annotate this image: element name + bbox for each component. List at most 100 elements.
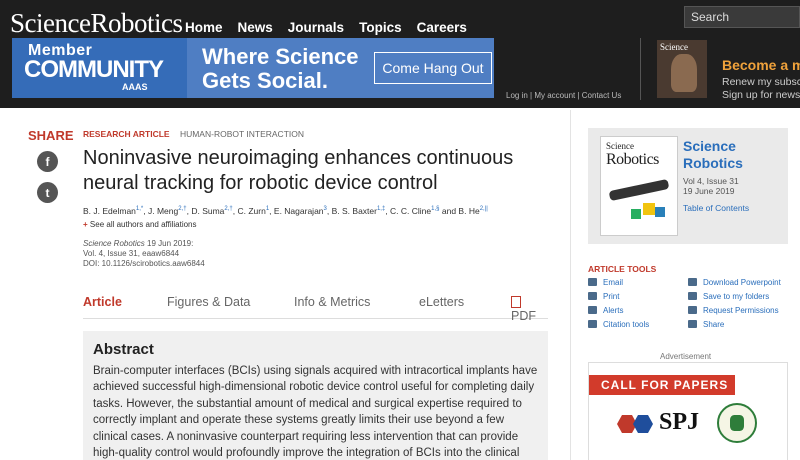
author-affiliation: 2,† (224, 206, 233, 213)
alert-icon (588, 306, 597, 314)
search-input[interactable]: Search (684, 6, 800, 28)
banner-headline-line-2: Gets Social. (202, 68, 328, 93)
email-tool[interactable]: Email (588, 278, 623, 287)
call-for-papers-text: CALL FOR PAPERS (589, 375, 735, 395)
abstract-heading: Abstract (93, 341, 154, 358)
author-list: B. J. Edelman1,*, J. Meng2,†, D. Suma2,†… (83, 206, 488, 216)
author-affiliation: 3 (323, 206, 327, 213)
request-permissions-label: Request Permissions (703, 306, 779, 315)
university-seal-icon (717, 403, 757, 443)
author-link[interactable]: E. Nagarajan (274, 206, 324, 216)
author-link[interactable]: C. Zurn (237, 206, 265, 216)
spj-logo-icon (633, 415, 653, 433)
email-label: Email (603, 278, 624, 287)
tab-info-metrics[interactable]: Info & Metrics (294, 295, 370, 309)
cover-block-image (655, 207, 665, 217)
citation-volume: Vol. 4, Issue 31, eaaw6844 (83, 249, 180, 258)
nav-home[interactable]: Home (185, 20, 223, 35)
cover-title: Science (660, 42, 688, 52)
author-affiliation: 1,* (135, 206, 144, 213)
journal-cover[interactable]: Science Robotics (600, 136, 678, 236)
download-powerpoint-label: Download Powerpoint (703, 278, 781, 287)
my-account-link[interactable]: My account (534, 91, 575, 100)
journal-issue-card: Science Robotics Science Robotics Vol 4,… (588, 128, 788, 244)
become-member-link[interactable]: Become a mem (722, 57, 800, 73)
print-label: Print (603, 292, 620, 301)
share-label: Share (703, 320, 725, 329)
header-divider (640, 38, 641, 100)
citation-doi[interactable]: DOI: 10.1126/scirobotics.aaw6844 (83, 259, 205, 269)
nav-journals[interactable]: Journals (288, 20, 344, 35)
contact-us-link[interactable]: Contact Us (582, 91, 622, 100)
newsletter-signup-link[interactable]: Sign up for newslett (722, 89, 800, 102)
author-affiliation: 2,† (178, 206, 187, 213)
print-icon (588, 292, 597, 300)
author-link[interactable]: C. C. Cline (390, 206, 431, 216)
robot-arm-image (608, 178, 670, 202)
tab-figures-data[interactable]: Figures & Data (167, 295, 250, 309)
article-breadcrumb: RESEARCH ARTICLE HUMAN-ROBOT INTERACTION (83, 129, 304, 139)
citation-block: Science Robotics 19 Jun 2019: Vol. 4, Is… (83, 239, 205, 269)
banner-aaas-text: AAAS (122, 82, 148, 92)
print-tool[interactable]: Print (588, 292, 619, 301)
come-hang-out-button[interactable]: Come Hang Out (374, 52, 492, 84)
call-for-papers-ad[interactable]: CALL FOR PAPERS SPJ (588, 362, 788, 460)
nav-news[interactable]: News (238, 20, 273, 35)
banner-headline-line-1: Where Science (202, 44, 359, 69)
alerts-tool[interactable]: Alerts (588, 306, 623, 315)
journal-cover-title-big: Robotics (606, 151, 659, 168)
tab-eletters[interactable]: eLetters (419, 295, 464, 309)
abstract-section: Abstract Brain-computer interfaces (BCIs… (83, 331, 548, 460)
article-title: Noninvasive neuroimaging enhances contin… (83, 147, 514, 194)
journal-issue-info: Vol 4, Issue 31 19 June 2019 (683, 176, 739, 196)
login-link[interactable]: Log in (506, 91, 528, 100)
tab-article[interactable]: Article (83, 295, 122, 309)
nav-careers[interactable]: Careers (417, 20, 467, 35)
copyright-icon (688, 306, 697, 314)
nav-topics[interactable]: Topics (359, 20, 402, 35)
site-header: ScienceRobotics Home News Journals Topic… (0, 0, 800, 108)
magazine-cover-thumbnail[interactable]: Science (657, 40, 707, 98)
abstract-text: Brain-computer interfaces (BCIs) using s… (93, 365, 538, 460)
renew-subscription-link[interactable]: Renew my subscripti (722, 76, 800, 89)
site-logo[interactable]: ScienceRobotics (10, 8, 183, 39)
cover-image (671, 54, 697, 92)
author-link[interactable]: J. Meng (148, 206, 178, 216)
author-link[interactable]: B. He (458, 206, 479, 216)
column-divider (570, 110, 571, 460)
folder-icon (688, 292, 697, 300)
share-tool[interactable]: Share (688, 320, 724, 329)
member-community-banner[interactable]: Member COMMUNITY AAAS Where Science Gets… (12, 38, 494, 98)
main-nav: Home News Journals Topics Careers (185, 20, 482, 35)
account-links: Log in | My account | Contact Us (506, 91, 622, 100)
citation-tools-label: Citation tools (603, 320, 650, 329)
author-link[interactable]: B. S. Baxter (332, 206, 377, 216)
see-all-authors-label: See all authors and affiliations (89, 220, 197, 229)
author-affiliation: 1,§ (431, 206, 440, 213)
author-link[interactable]: B. J. Edelman (83, 206, 136, 216)
tab-pdf-label: PDF (511, 309, 536, 323)
cover-block-image (631, 209, 641, 219)
pdf-icon (511, 296, 521, 308)
citation-date: 19 Jun 2019: (147, 239, 194, 248)
email-icon (588, 278, 597, 286)
author-affiliation: 1 (265, 206, 270, 213)
journal-name[interactable]: Science Robotics (683, 138, 773, 172)
tab-pdf[interactable]: PDF (511, 295, 548, 323)
table-of-contents-link[interactable]: Table of Contents (683, 203, 749, 213)
twitter-share-button[interactable]: t (37, 182, 58, 203)
advertisement-label: Advertisement (660, 352, 712, 361)
article-type: RESEARCH ARTICLE (83, 129, 170, 139)
see-all-authors-link[interactable]: + See all authors and affiliations (83, 220, 197, 229)
cover-block-image (643, 203, 655, 215)
facebook-share-button[interactable]: f (37, 151, 58, 172)
twitter-icon: t (45, 185, 50, 200)
promo-links: Renew my subscripti Sign up for newslett (722, 76, 800, 102)
author-link[interactable]: D. Suma (191, 206, 224, 216)
article-category[interactable]: HUMAN-ROBOT INTERACTION (180, 129, 304, 139)
request-permissions-tool[interactable]: Request Permissions (688, 306, 779, 315)
download-powerpoint-tool[interactable]: Download Powerpoint (688, 278, 781, 287)
save-to-folders-tool[interactable]: Save to my folders (688, 292, 769, 301)
author-affiliation: 1,‡ (376, 206, 386, 213)
citation-tools-tool[interactable]: Citation tools (588, 320, 649, 329)
